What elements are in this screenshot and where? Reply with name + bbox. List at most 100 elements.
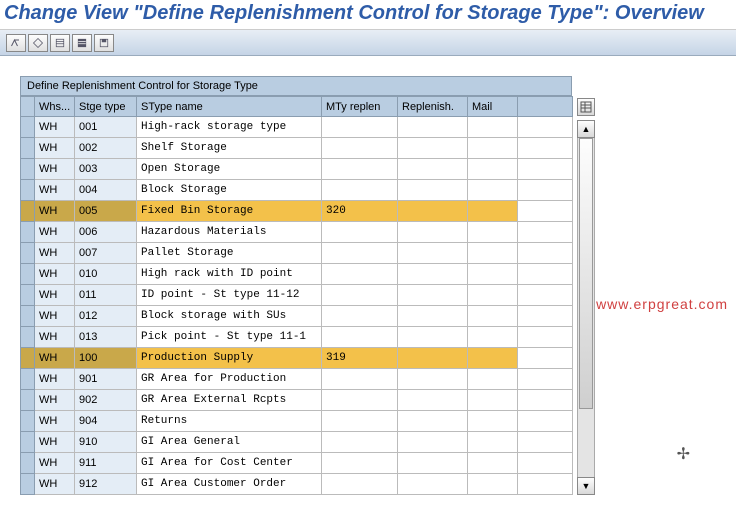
cell-replen[interactable] <box>398 306 468 327</box>
cell-replen[interactable] <box>398 222 468 243</box>
cell-stype[interactable]: Block storage with SUs <box>137 306 322 327</box>
cell-replen[interactable] <box>398 180 468 201</box>
cell-mail[interactable] <box>468 117 518 138</box>
row-selector[interactable] <box>21 474 35 495</box>
cell-mty[interactable] <box>322 390 398 411</box>
select-all-button[interactable] <box>50 34 70 52</box>
scroll-down-button[interactable]: ▼ <box>577 477 595 495</box>
table-row[interactable]: WH004Block Storage <box>21 180 573 201</box>
cell-stge[interactable]: 901 <box>75 369 137 390</box>
cell-mty[interactable] <box>322 306 398 327</box>
table-row[interactable]: WH911GI Area for Cost Center <box>21 453 573 474</box>
cell-mail[interactable] <box>468 222 518 243</box>
table-row[interactable]: WH002Shelf Storage <box>21 138 573 159</box>
cell-replen[interactable] <box>398 201 468 222</box>
cell-replen[interactable] <box>398 138 468 159</box>
cell-stge[interactable]: 001 <box>75 117 137 138</box>
cell-stype[interactable]: Hazardous Materials <box>137 222 322 243</box>
cell-mty[interactable] <box>322 327 398 348</box>
row-selector[interactable] <box>21 432 35 453</box>
cell-mail[interactable] <box>468 474 518 495</box>
table-row[interactable]: WH902GR Area External Rcpts <box>21 390 573 411</box>
cell-replen[interactable] <box>398 243 468 264</box>
cell-stype[interactable]: GR Area External Rcpts <box>137 390 322 411</box>
cell-stge[interactable]: 910 <box>75 432 137 453</box>
cell-stype[interactable]: Fixed Bin Storage <box>137 201 322 222</box>
cell-mail[interactable] <box>468 453 518 474</box>
cell-whs[interactable]: WH <box>35 138 75 159</box>
cell-mty[interactable] <box>322 285 398 306</box>
table-row[interactable]: WH003Open Storage <box>21 159 573 180</box>
cell-mail[interactable] <box>468 348 518 369</box>
cell-mty[interactable] <box>322 138 398 159</box>
cell-mty[interactable]: 319 <box>322 348 398 369</box>
cell-whs[interactable]: WH <box>35 201 75 222</box>
row-selector[interactable] <box>21 369 35 390</box>
row-selector[interactable] <box>21 243 35 264</box>
cell-mail[interactable] <box>468 327 518 348</box>
row-selector[interactable] <box>21 327 35 348</box>
col-replen[interactable]: Replenish. <box>398 97 468 117</box>
other-view-button[interactable] <box>28 34 48 52</box>
row-selector[interactable] <box>21 201 35 222</box>
row-selector[interactable] <box>21 222 35 243</box>
table-row[interactable]: WH001High-rack storage type <box>21 117 573 138</box>
table-row[interactable]: WH100Production Supply319 <box>21 348 573 369</box>
cell-replen[interactable] <box>398 453 468 474</box>
table-row[interactable]: WH006Hazardous Materials <box>21 222 573 243</box>
cell-mail[interactable] <box>468 243 518 264</box>
cell-replen[interactable] <box>398 159 468 180</box>
cell-mail[interactable] <box>468 411 518 432</box>
row-selector[interactable] <box>21 348 35 369</box>
cell-whs[interactable]: WH <box>35 243 75 264</box>
row-selector[interactable] <box>21 117 35 138</box>
row-selector[interactable] <box>21 306 35 327</box>
cell-replen[interactable] <box>398 117 468 138</box>
scroll-track[interactable] <box>577 138 595 477</box>
cell-stge[interactable]: 013 <box>75 327 137 348</box>
cell-whs[interactable]: WH <box>35 327 75 348</box>
cell-stype[interactable]: Open Storage <box>137 159 322 180</box>
toggle-display-button[interactable] <box>6 34 26 52</box>
table-row[interactable]: WH904Returns <box>21 411 573 432</box>
cell-replen[interactable] <box>398 264 468 285</box>
scroll-up-button[interactable]: ▲ <box>577 120 595 138</box>
cell-mty[interactable] <box>322 180 398 201</box>
cell-mail[interactable] <box>468 285 518 306</box>
cell-whs[interactable]: WH <box>35 369 75 390</box>
cell-whs[interactable]: WH <box>35 285 75 306</box>
cell-replen[interactable] <box>398 390 468 411</box>
cell-replen[interactable] <box>398 348 468 369</box>
cell-whs[interactable]: WH <box>35 411 75 432</box>
cell-mty[interactable] <box>322 474 398 495</box>
cell-mail[interactable] <box>468 264 518 285</box>
cell-whs[interactable]: WH <box>35 180 75 201</box>
cell-stype[interactable]: GR Area for Production <box>137 369 322 390</box>
cell-replen[interactable] <box>398 369 468 390</box>
cell-mail[interactable] <box>468 369 518 390</box>
cell-replen[interactable] <box>398 432 468 453</box>
cell-replen[interactable] <box>398 411 468 432</box>
col-stge[interactable]: Stge type <box>75 97 137 117</box>
cell-stge[interactable]: 912 <box>75 474 137 495</box>
cell-stype[interactable]: High-rack storage type <box>137 117 322 138</box>
cell-mty[interactable] <box>322 453 398 474</box>
cell-stge[interactable]: 902 <box>75 390 137 411</box>
table-row[interactable]: WH912GI Area Customer Order <box>21 474 573 495</box>
cell-mty[interactable] <box>322 222 398 243</box>
cell-stge[interactable]: 012 <box>75 306 137 327</box>
cell-mty[interactable] <box>322 159 398 180</box>
cell-stype[interactable]: Pallet Storage <box>137 243 322 264</box>
cell-whs[interactable]: WH <box>35 453 75 474</box>
table-row[interactable]: WH011ID point - St type 11-12 <box>21 285 573 306</box>
cell-mail[interactable] <box>468 432 518 453</box>
cell-replen[interactable] <box>398 285 468 306</box>
row-selector[interactable] <box>21 138 35 159</box>
cell-replen[interactable] <box>398 327 468 348</box>
cell-stge[interactable]: 003 <box>75 159 137 180</box>
cell-whs[interactable]: WH <box>35 390 75 411</box>
cell-stge[interactable]: 011 <box>75 285 137 306</box>
cell-whs[interactable]: WH <box>35 432 75 453</box>
row-selector[interactable] <box>21 264 35 285</box>
table-row[interactable]: WH010High rack with ID point <box>21 264 573 285</box>
